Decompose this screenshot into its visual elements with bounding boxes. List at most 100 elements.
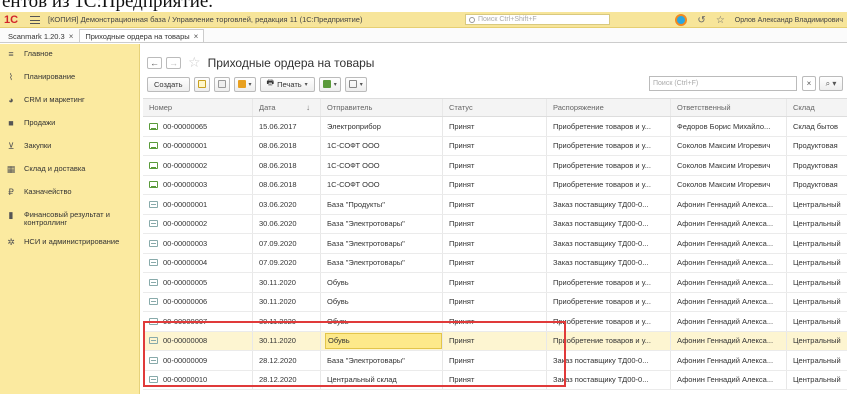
- column-header[interactable]: Отправитель: [321, 99, 443, 116]
- table-row[interactable]: 00-00000065 15.06.2017 Электроприбор Принят…: [143, 117, 847, 137]
- column-header[interactable]: Ответственный: [671, 99, 787, 116]
- cell-order: Приобретение товаров и у...: [547, 292, 671, 311]
- reports-button[interactable]: ▾: [318, 76, 341, 92]
- sidebar-item-planning[interactable]: ⌇ Планирование: [0, 67, 139, 90]
- table-row[interactable]: 00-00000003 07.09.2020 База "Электротовары…: [143, 234, 847, 254]
- column-header[interactable]: Распоряжение: [547, 99, 671, 116]
- cell-sender: Электроприбор: [321, 117, 443, 136]
- reports-icon: [322, 80, 331, 88]
- current-user[interactable]: Орлов Александр Владимирович: [735, 17, 843, 24]
- cell-date: 08.06.2018: [253, 175, 321, 194]
- sidebar-item-warehouse[interactable]: ▦ Склад и доставка: [0, 159, 139, 182]
- column-header[interactable]: Склад: [787, 99, 847, 116]
- cell-responsible: Афонин Геннадий Алекса...: [671, 292, 787, 311]
- sections-sidebar: ≡ Главное ⌇ Планирование ◕ CRM и маркетинг …: [0, 44, 140, 394]
- forward-button[interactable]: →: [166, 56, 181, 69]
- document-number: 00-00000001: [163, 199, 208, 209]
- sidebar-item-admin[interactable]: ✲ НСИ и администрирование: [0, 232, 139, 259]
- cell-order: Заказ поставщику ТД00-0...: [547, 214, 671, 233]
- document-icon: [149, 337, 158, 345]
- print-button[interactable]: 🖶 Печать ▾: [259, 76, 315, 92]
- create-copy-button[interactable]: [193, 76, 210, 92]
- sender-name: 1С-СОФТ ООО: [327, 180, 380, 190]
- table-row[interactable]: 00-00000001 08.06.2018 1С-СОФТ ООО Принят Пр…: [143, 136, 847, 156]
- sidebar-item-crm[interactable]: ◕ CRM и маркетинг: [0, 90, 139, 113]
- table-row[interactable]: 00-00000009 28.12.2020 База "Электротовары…: [143, 351, 847, 371]
- cell-date: 08.06.2018: [253, 156, 321, 175]
- table-row[interactable]: 00-00000002 08.06.2018 1С-СОФТ ООО Принят Пр…: [143, 156, 847, 176]
- table-row[interactable]: 00-00000001 03.06.2020 База "Продукты" Прин…: [143, 195, 847, 215]
- create-based-on-button[interactable]: ▾: [233, 76, 256, 92]
- favorites-icon[interactable]: ☆: [716, 15, 725, 26]
- cell-date: 08.06.2018: [253, 136, 321, 155]
- document-number: 00-00000004: [163, 258, 208, 268]
- sidebar-item-purchases[interactable]: ⊻ Закупки: [0, 136, 139, 159]
- table-row[interactable]: 00-00000007 30.11.2020 Обувь Принят Приобрет…: [143, 312, 847, 332]
- cell-status: Принят: [443, 351, 547, 370]
- cell-sender: База "Электротовары": [321, 253, 443, 272]
- column-header[interactable]: Номер: [143, 99, 253, 116]
- cell-status: Принят: [443, 156, 547, 175]
- document-icon: [149, 259, 158, 267]
- create-button[interactable]: Создать: [147, 76, 190, 92]
- cell-number: 00-00000065: [143, 117, 253, 136]
- column-header[interactable]: Статус: [443, 99, 547, 116]
- active-cell[interactable]: Обувь: [325, 332, 442, 349]
- cell-sender: База "Электротовары": [321, 234, 443, 253]
- column-header[interactable]: Дата ↓: [253, 99, 321, 116]
- sidebar-item-sales[interactable]: ■ Продажи: [0, 113, 139, 136]
- cell-number: 00-00000007: [143, 312, 253, 331]
- history-icon[interactable]: ↺: [697, 15, 705, 26]
- close-icon[interactable]: ×: [194, 32, 199, 41]
- more-button[interactable]: ▾: [344, 76, 367, 92]
- document-icon: [149, 298, 158, 306]
- table-row[interactable]: 00-00000010 28.12.2020 Центральный склад Пр…: [143, 370, 847, 390]
- chevron-down-icon: ▾: [359, 81, 363, 88]
- cell-order: Заказ поставщику ТД00-0...: [547, 234, 671, 253]
- cell-warehouse: Центральный: [793, 375, 841, 385]
- main-menu-icon[interactable]: [30, 15, 40, 24]
- table-row[interactable]: 00-00000003 08.06.2018 1С-СОФТ ООО Принят Пр…: [143, 175, 847, 195]
- cell-number: 00-00000010: [143, 370, 253, 389]
- search-button[interactable]: ⌕ ▾: [819, 76, 843, 91]
- document-icon: [217, 80, 226, 88]
- clear-search-button[interactable]: ×: [802, 76, 816, 91]
- table-row[interactable]: 00-00000005 30.11.2020 Обувь Принят Приобрет…: [143, 273, 847, 293]
- sidebar-item-finance[interactable]: ▮ Финансовый результат и контроллинг: [0, 205, 139, 232]
- table-row[interactable]: 00-00000004 07.09.2020 База "Электротовары…: [143, 253, 847, 273]
- tab-scanmark[interactable]: Scanmark 1.20.3 ×: [2, 29, 79, 42]
- sidebar-item-treasury[interactable]: ₽ Казначейство: [0, 182, 139, 205]
- cell-sender: Обувь: [321, 292, 443, 311]
- sidebar-item-main[interactable]: ≡ Главное: [0, 44, 139, 67]
- list-search-input[interactable]: Поиск (Ctrl+F): [649, 76, 797, 91]
- document-icon: [149, 200, 158, 208]
- global-search-input[interactable]: Поиск Ctrl+Shift+F: [465, 14, 610, 25]
- close-icon[interactable]: ×: [69, 32, 74, 41]
- sidebar-item-label: Планирование: [24, 72, 76, 81]
- cell-date: 28.12.2020: [253, 351, 321, 370]
- cart-icon: ⊻: [7, 140, 15, 151]
- posted-document-icon: [149, 142, 158, 150]
- cell-status: Принят: [443, 273, 547, 292]
- table-row[interactable]: 00-00000002 30.06.2020 База "Электротовары…: [143, 214, 847, 234]
- back-button[interactable]: ←: [147, 56, 162, 69]
- table-row[interactable]: 00-00000006 30.11.2020 Обувь Принят Приобрет…: [143, 292, 847, 312]
- table-row[interactable]: 00-00000008 30.11.2020 Обувь Принят Приобрет…: [143, 331, 847, 351]
- cell-responsible: Афонин Геннадий Алекса...: [671, 370, 787, 389]
- sender-name: Обувь: [327, 297, 349, 307]
- tab-receipt-orders[interactable]: Приходные ордера на товары ×: [79, 29, 205, 42]
- cell-status: Принят: [443, 175, 547, 194]
- warehouse-icon: ▦: [6, 163, 16, 174]
- cell-status: Принят: [443, 117, 547, 136]
- cell-number: 00-00000003: [143, 234, 253, 253]
- cell-responsible: Афонин Геннадий Алекса...: [671, 253, 787, 272]
- cell-status: Принят: [443, 292, 547, 311]
- post-button[interactable]: [213, 76, 230, 92]
- notifications-icon[interactable]: [675, 14, 688, 26]
- print-label: Печать: [277, 79, 302, 89]
- cell-date: 03.06.2020: [253, 195, 321, 214]
- cell-status: Принят: [443, 312, 547, 331]
- cell-sender: Обувь: [321, 312, 443, 331]
- document-icon: [149, 239, 158, 247]
- add-favorite-icon[interactable]: ☆: [188, 54, 201, 71]
